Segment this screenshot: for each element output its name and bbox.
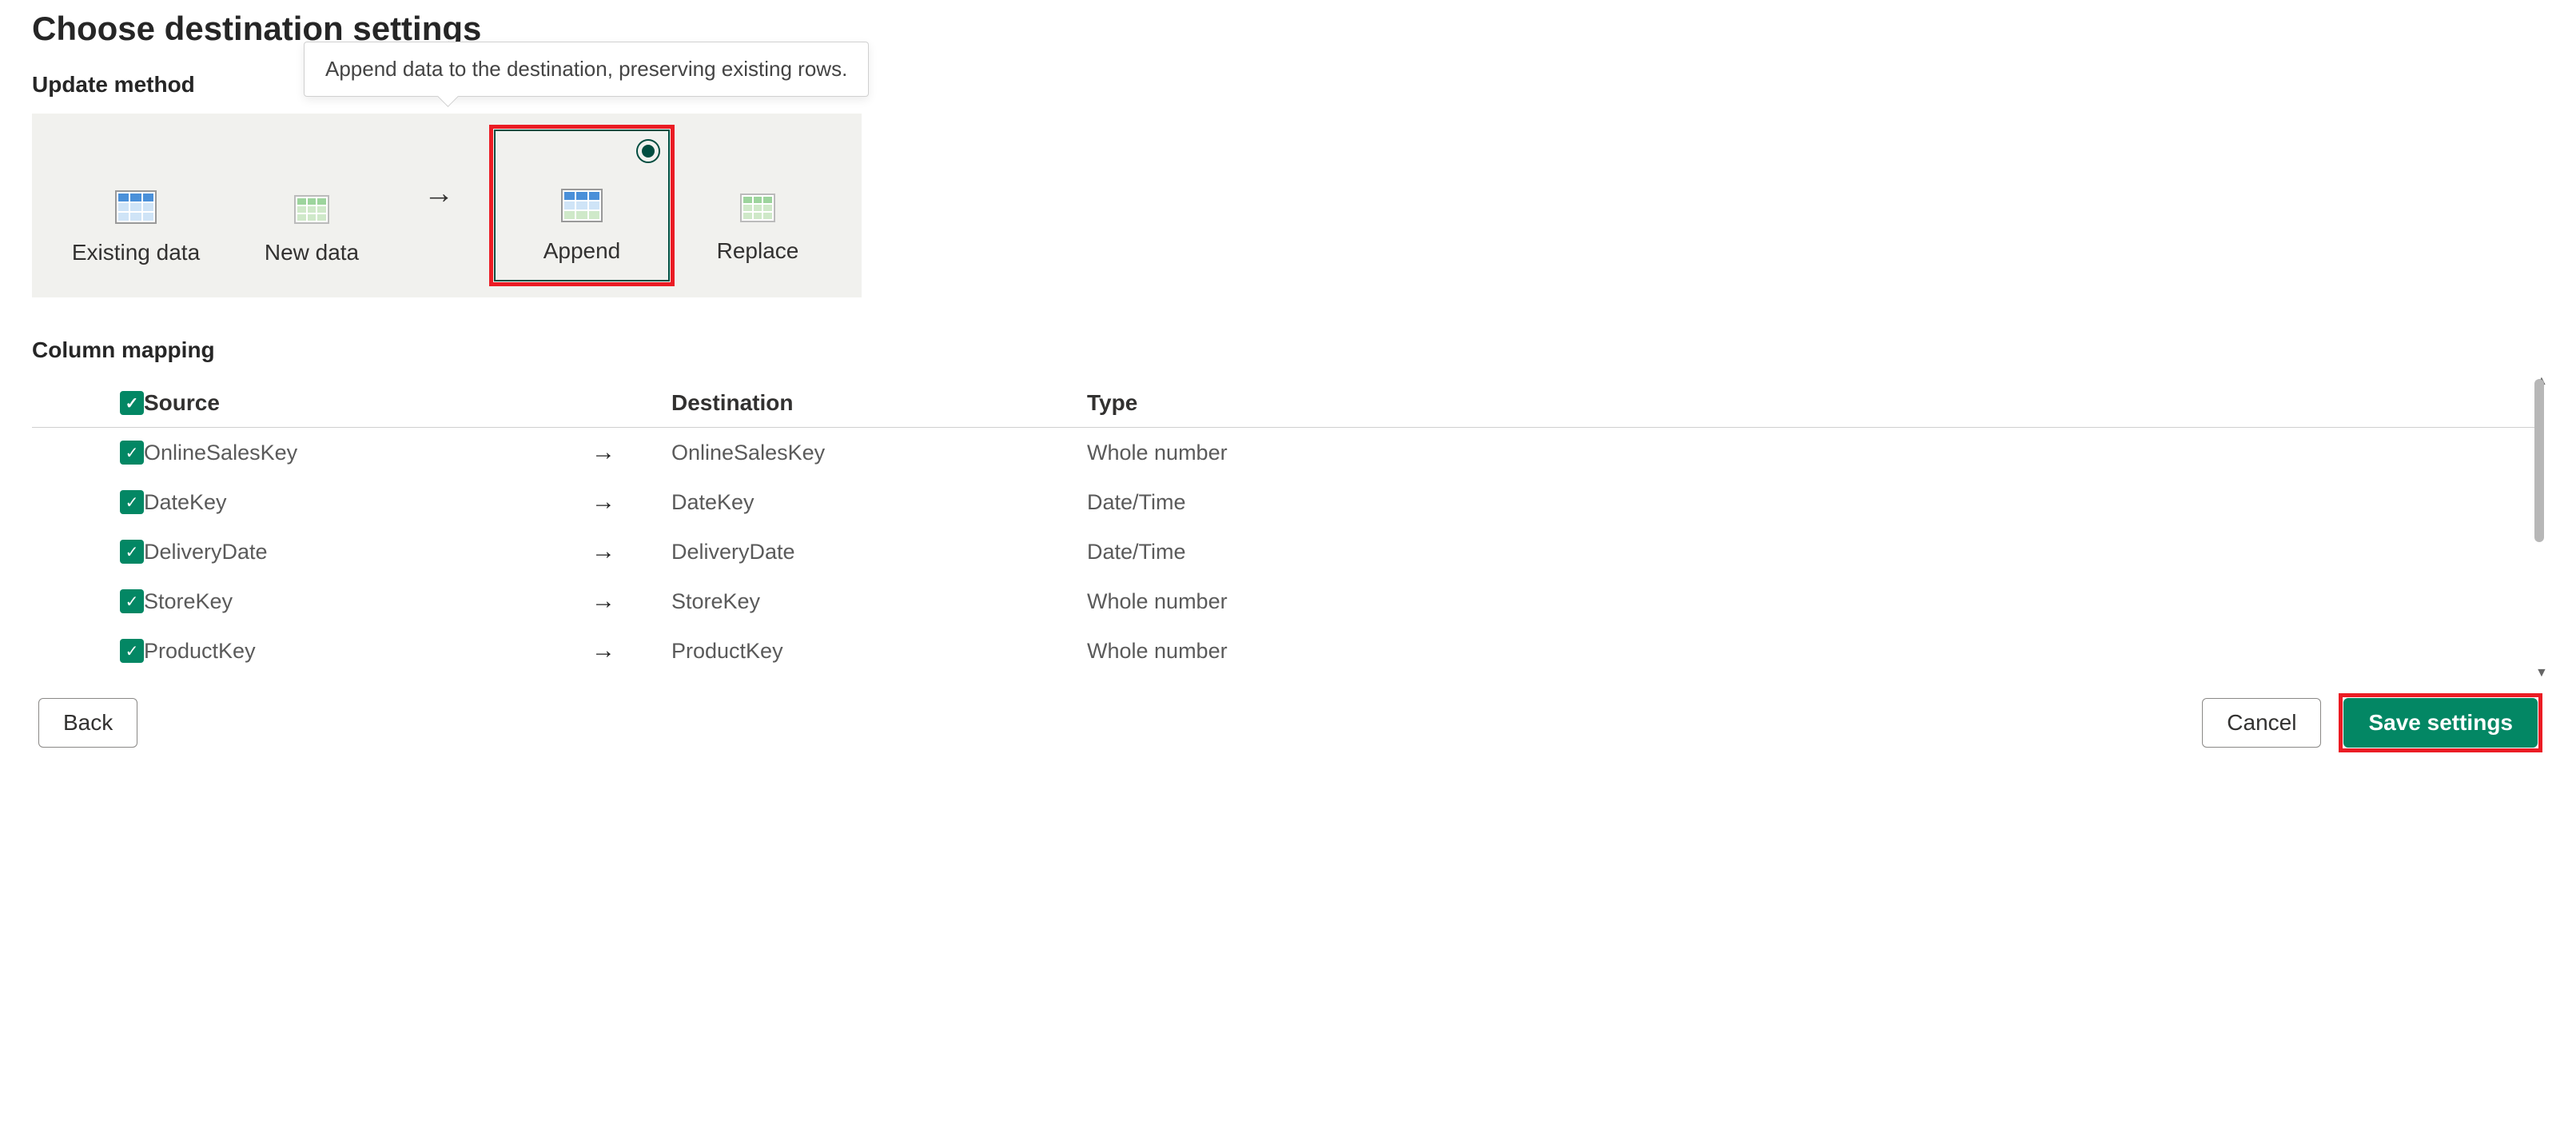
append-tooltip: Append data to the destination, preservi… bbox=[304, 42, 869, 97]
row-checkbox[interactable]: ✓ bbox=[120, 589, 144, 613]
arrow-right-icon: → bbox=[400, 177, 478, 235]
type-cell: Whole number bbox=[1087, 589, 1567, 614]
arrow-right-icon: → bbox=[591, 538, 671, 565]
type-cell: Date/Time bbox=[1087, 490, 1567, 515]
type-cell: Whole number bbox=[1087, 639, 1567, 664]
mapping-header-row: ✓ Source Destination Type bbox=[32, 379, 2544, 428]
destination-cell: StoreKey bbox=[671, 589, 1087, 614]
destination-cell: ProductKey bbox=[671, 639, 1087, 664]
table-icon bbox=[115, 190, 157, 224]
source-cell: OnlineSalesKey bbox=[144, 441, 591, 465]
arrow-right-icon: → bbox=[591, 489, 671, 516]
header-source: Source bbox=[144, 390, 591, 416]
type-cell: Date/Time bbox=[1087, 540, 1567, 565]
scroll-down-icon[interactable]: ▼ bbox=[2535, 666, 2548, 680]
destination-cell: OnlineSalesKey bbox=[671, 441, 1087, 465]
mapping-scroll-area[interactable]: ✓OnlineSalesKey→OnlineSalesKeyWhole numb… bbox=[32, 428, 2544, 676]
select-all-checkbox[interactable]: ✓ bbox=[120, 391, 144, 415]
save-settings-button[interactable]: Save settings bbox=[2343, 698, 2538, 748]
new-data-card: New data bbox=[224, 130, 400, 281]
append-label: Append bbox=[543, 238, 621, 264]
back-button[interactable]: Back bbox=[38, 698, 137, 748]
row-checkbox[interactable]: ✓ bbox=[120, 540, 144, 564]
append-option[interactable]: Append bbox=[494, 130, 670, 281]
replace-label: Replace bbox=[717, 238, 799, 264]
arrow-right-icon: → bbox=[591, 637, 671, 664]
cancel-button[interactable]: Cancel bbox=[2202, 698, 2321, 748]
source-cell: ProductKey bbox=[144, 639, 591, 664]
column-mapping-table: ✓ Source Destination Type ✓OnlineSalesKe… bbox=[32, 379, 2544, 676]
table-icon bbox=[294, 195, 329, 224]
table-row: ✓ProductKey→ProductKeyWhole number bbox=[32, 626, 2544, 676]
table-row: ✓StoreKey→StoreKeyWhole number bbox=[32, 576, 2544, 626]
row-checkbox[interactable]: ✓ bbox=[120, 490, 144, 514]
source-cell: DateKey bbox=[144, 490, 591, 515]
table-row: ✓DateKey→DateKeyDate/Time bbox=[32, 477, 2544, 527]
destination-cell: DateKey bbox=[671, 490, 1087, 515]
header-destination: Destination bbox=[671, 390, 1087, 416]
replace-option[interactable]: Replace bbox=[670, 130, 846, 281]
footer-bar: Back Cancel Save settings bbox=[32, 676, 2544, 748]
destination-cell: DeliveryDate bbox=[671, 540, 1087, 565]
scrollbar[interactable]: ▲ ▼ bbox=[2534, 379, 2544, 676]
table-row: ✓OnlineSalesKey→OnlineSalesKeyWhole numb… bbox=[32, 428, 2544, 477]
existing-new-group: Existing data New data → bbox=[32, 114, 494, 297]
row-checkbox[interactable]: ✓ bbox=[120, 441, 144, 465]
table-icon bbox=[561, 189, 603, 222]
scrollbar-thumb[interactable] bbox=[2534, 379, 2544, 542]
source-cell: DeliveryDate bbox=[144, 540, 591, 565]
header-type: Type bbox=[1087, 390, 1567, 416]
type-cell: Whole number bbox=[1087, 441, 1567, 465]
arrow-right-icon: → bbox=[591, 439, 671, 466]
source-cell: StoreKey bbox=[144, 589, 591, 614]
new-data-label: New data bbox=[265, 240, 359, 265]
arrow-right-icon: → bbox=[591, 588, 671, 615]
method-options-group: Append Replace bbox=[494, 114, 862, 297]
column-mapping-heading: Column mapping bbox=[32, 337, 2544, 363]
table-icon bbox=[740, 193, 775, 222]
existing-data-label: Existing data bbox=[72, 240, 200, 265]
save-settings-label: Save settings bbox=[2368, 710, 2513, 735]
row-checkbox[interactable]: ✓ bbox=[120, 639, 144, 663]
update-method-row: Append data to the destination, preservi… bbox=[32, 114, 2544, 297]
radio-selected-icon bbox=[636, 139, 660, 163]
table-row: ✓DeliveryDate→DeliveryDateDate/Time bbox=[32, 527, 2544, 576]
existing-data-card: Existing data bbox=[48, 130, 224, 281]
